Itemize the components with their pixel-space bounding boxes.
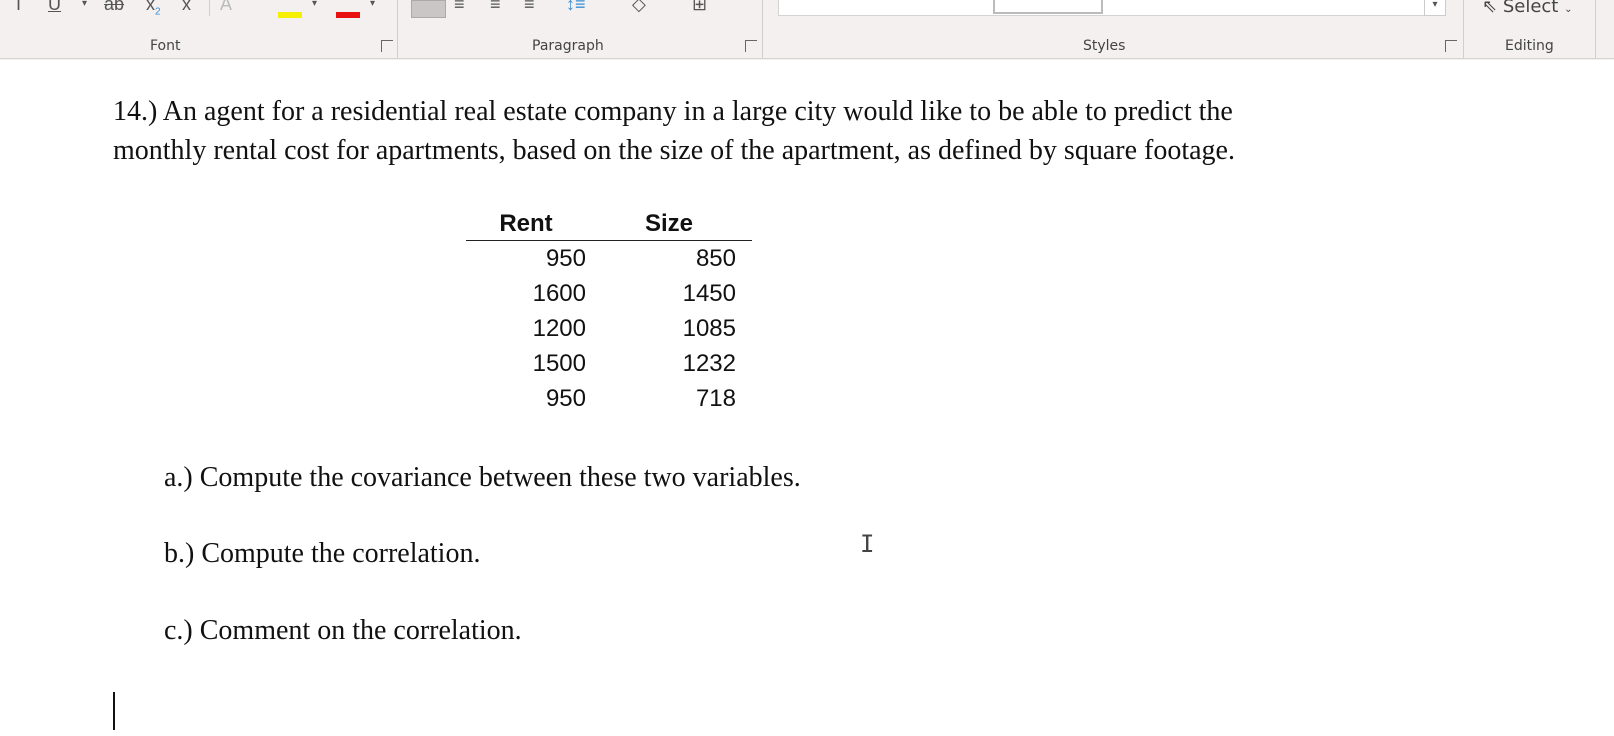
- cursor-arrow-icon: ⇖: [1482, 0, 1498, 17]
- align-center-button[interactable]: ≡: [454, 0, 465, 15]
- editing-group-label: Editing: [1505, 38, 1554, 54]
- align-right-button[interactable]: ≡: [490, 0, 501, 15]
- column-header-size: Size: [602, 210, 752, 241]
- rent-cell: 1500: [532, 349, 586, 377]
- line-spacing-button[interactable]: ↕≡: [566, 0, 586, 15]
- data-table: Rent Size 950 850 1600 1450 1200 1085 15…: [466, 210, 752, 416]
- subscript-button[interactable]: x2: [146, 0, 161, 18]
- strikethrough-button[interactable]: ab: [104, 0, 124, 15]
- styles-gallery[interactable]: [778, 0, 1445, 16]
- divider: [397, 0, 398, 58]
- text-effects-button[interactable]: A: [220, 0, 232, 15]
- text-caret: [113, 692, 115, 730]
- size-cell: 850: [695, 244, 736, 272]
- shading-button[interactable]: ◇: [632, 0, 646, 15]
- styles-group-label: Styles: [1083, 38, 1126, 54]
- styles-more-icon[interactable]: ▾: [1424, 0, 1446, 16]
- divider: [1595, 0, 1596, 58]
- font-color-dropdown-icon[interactable]: ▾: [370, 0, 375, 9]
- justify-button[interactable]: ≡: [524, 0, 535, 15]
- divider: [762, 0, 763, 58]
- highlight-button[interactable]: [278, 0, 302, 18]
- table-row: 1200 1085: [466, 311, 752, 346]
- highlight-dropdown-icon[interactable]: ▾: [312, 0, 317, 9]
- font-dialog-launcher-icon[interactable]: [381, 40, 393, 52]
- paragraph-group-label: Paragraph: [532, 38, 604, 54]
- question-intro-line-1: 14.) An agent for a residential real est…: [113, 96, 1233, 127]
- superscript-button[interactable]: x: [182, 0, 191, 15]
- underline-dropdown-icon[interactable]: ▾: [82, 0, 87, 9]
- rent-cell: 1200: [532, 314, 586, 342]
- size-cell: 718: [695, 384, 736, 412]
- styles-dialog-launcher-icon[interactable]: [1445, 40, 1457, 52]
- table-row: 950 850: [466, 241, 752, 277]
- underline-button[interactable]: U: [48, 0, 61, 15]
- size-cell: 1450: [682, 279, 736, 307]
- borders-button[interactable]: ⊞: [692, 0, 707, 15]
- font-color-button[interactable]: [336, 0, 360, 18]
- align-left-button[interactable]: [411, 0, 446, 18]
- document-page[interactable]: 14.) An agent for a residential real est…: [0, 60, 1614, 736]
- rent-cell: 950: [545, 384, 586, 412]
- size-cell: 1085: [682, 314, 736, 342]
- size-cell: 1232: [682, 349, 736, 377]
- style-normal[interactable]: [993, 0, 1103, 14]
- ribbon: I U ▾ ab x2 x A ▾ ▾ Font ≡ ≡ ≡ ↕≡ ◇ ⊞ Pa…: [0, 0, 1614, 59]
- divider: [1463, 0, 1464, 58]
- font-group-label: Font: [150, 38, 181, 54]
- question-a: a.) Compute the covariance between these…: [164, 462, 801, 493]
- table-row: 1600 1450: [466, 276, 752, 311]
- rent-cell: 950: [545, 244, 586, 272]
- table-header-row: Rent Size: [466, 210, 752, 241]
- rent-cell: 1600: [532, 279, 586, 307]
- table-row: 950 718: [466, 381, 752, 416]
- italic-button[interactable]: I: [16, 0, 21, 15]
- question-c: c.) Comment on the correlation.: [164, 615, 522, 646]
- question-b: b.) Compute the correlation.: [164, 538, 481, 569]
- question-intro-line-2: monthly rental cost for apartments, base…: [113, 135, 1235, 166]
- divider: [209, 0, 210, 16]
- column-header-rent: Rent: [466, 210, 602, 241]
- select-button[interactable]: ⇖ Select ⌄: [1482, 0, 1572, 17]
- chevron-down-icon: ⌄: [1564, 4, 1573, 15]
- table-row: 1500 1232: [466, 346, 752, 381]
- paragraph-dialog-launcher-icon[interactable]: [745, 40, 757, 52]
- ibeam-cursor-icon: I: [860, 530, 875, 558]
